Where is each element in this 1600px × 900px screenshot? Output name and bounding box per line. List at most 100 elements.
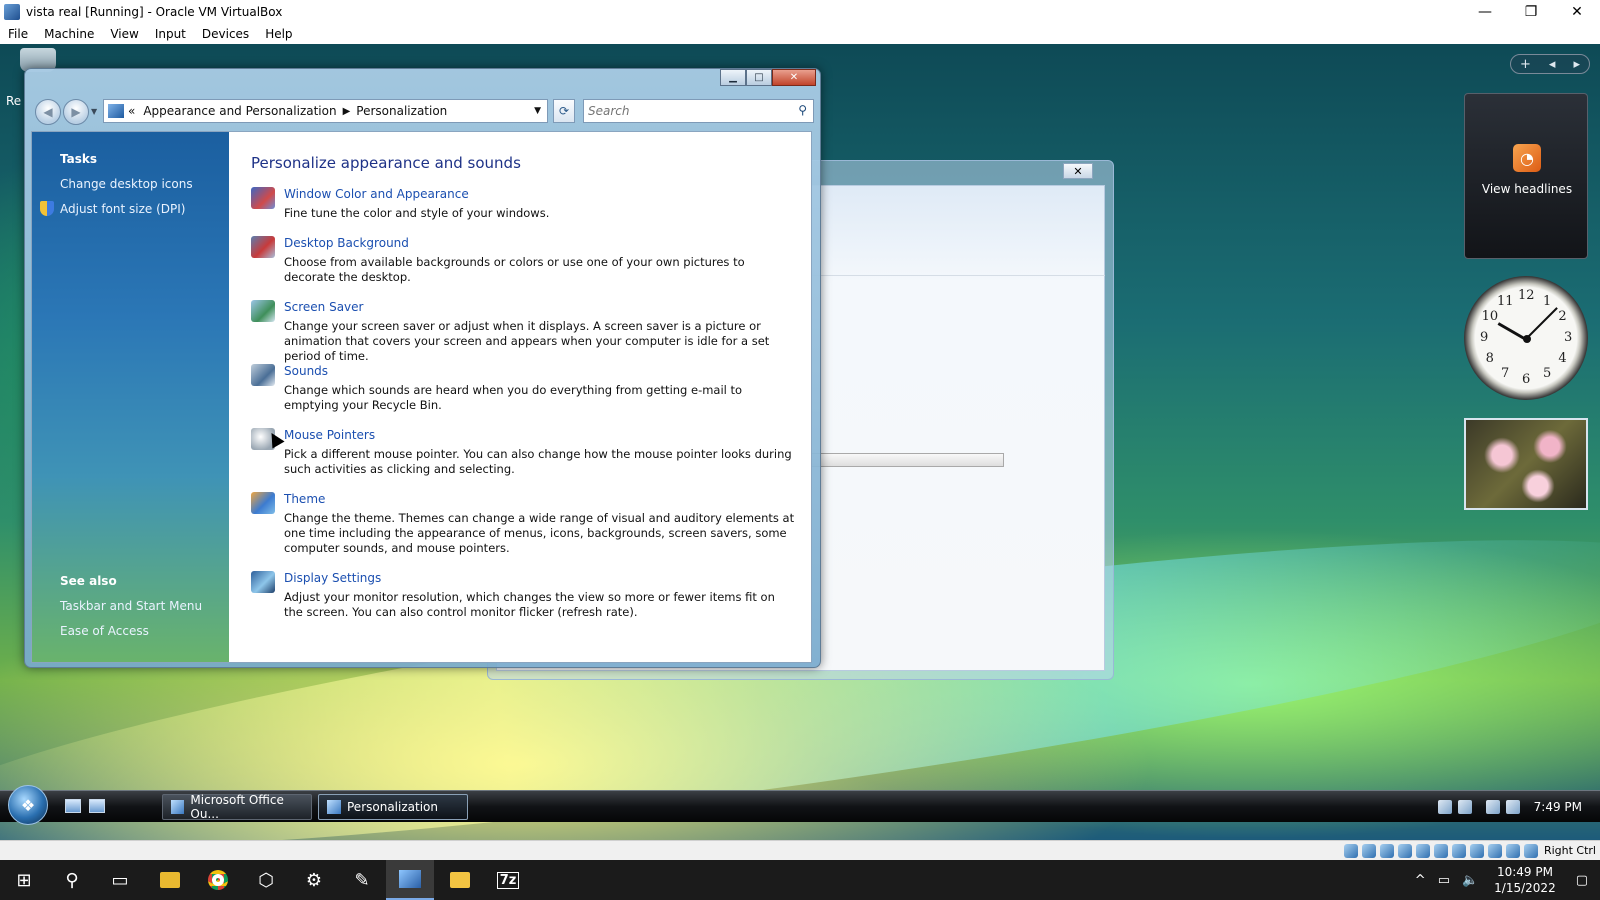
audio-icon[interactable] bbox=[1379, 843, 1394, 858]
address-dropdown-icon[interactable]: ▼ bbox=[534, 106, 541, 116]
speaker-muted-icon[interactable]: 🔈 bbox=[1462, 873, 1478, 888]
windows-clock[interactable]: 10:49 PM 1/15/2022 bbox=[1494, 864, 1556, 896]
next-gadget-icon[interactable]: ▸ bbox=[1573, 57, 1580, 72]
mouse-pointers-description: Pick a different mouse pointer. You can … bbox=[284, 447, 792, 476]
screen-saver-description: Change your screen saver or adjust when … bbox=[284, 319, 770, 363]
see-also-heading: See also bbox=[60, 574, 117, 588]
host-close-button[interactable]: ✕ bbox=[1554, 0, 1600, 24]
menu-machine[interactable]: Machine bbox=[36, 27, 102, 41]
maximize-button[interactable]: □ bbox=[746, 69, 772, 86]
show-hidden-icons-icon[interactable]: ^ bbox=[1415, 873, 1426, 888]
refresh-button[interactable]: ⟳ bbox=[553, 99, 575, 123]
slideshow-gadget[interactable] bbox=[1464, 418, 1588, 510]
breadcrumb-appearance[interactable]: Appearance and Personalization bbox=[143, 104, 336, 118]
menu-help[interactable]: Help bbox=[257, 27, 300, 41]
display-icon[interactable] bbox=[1451, 843, 1466, 858]
see-also-taskbar[interactable]: Taskbar and Start Menu bbox=[60, 599, 202, 613]
network-icon[interactable] bbox=[1485, 800, 1500, 814]
breadcrumb-personalization[interactable]: Personalization bbox=[356, 104, 447, 118]
windows-start-icon[interactable]: ⊞ bbox=[0, 860, 48, 900]
host-maximize-button[interactable]: ❐ bbox=[1508, 0, 1554, 24]
display-settings-icon[interactable] bbox=[251, 571, 275, 593]
previous-gadget-icon[interactable]: ◂ bbox=[1549, 57, 1556, 72]
keyboard-icon[interactable] bbox=[1523, 843, 1538, 858]
network-adapter-icon[interactable] bbox=[1397, 843, 1412, 858]
tray-update-icon[interactable] bbox=[1457, 800, 1472, 814]
theme-link[interactable]: Theme bbox=[284, 492, 325, 506]
pen-tool-icon[interactable]: ✎ bbox=[338, 860, 386, 900]
search-icon[interactable]: ⚲ bbox=[48, 860, 96, 900]
host-status-bar: Right Ctrl bbox=[0, 840, 1600, 860]
switch-windows-icon[interactable] bbox=[89, 799, 105, 813]
file-explorer-icon[interactable] bbox=[146, 860, 194, 900]
display-settings-link[interactable]: Display Settings bbox=[284, 571, 381, 585]
shared-folders-icon[interactable] bbox=[1433, 843, 1448, 858]
address-bar[interactable]: « Appearance and Personalization ▶ Perso… bbox=[103, 99, 548, 123]
screen-saver-icon[interactable] bbox=[251, 300, 275, 322]
window-color-icon[interactable] bbox=[251, 187, 275, 209]
start-orb-button[interactable]: ❖ bbox=[8, 785, 48, 825]
notifications-icon[interactable]: ▢ bbox=[1576, 873, 1588, 888]
recent-pages-dropdown[interactable]: ▼ bbox=[91, 107, 97, 116]
search-input[interactable] bbox=[588, 101, 788, 121]
back-button[interactable]: ◀ bbox=[35, 99, 61, 125]
menu-devices[interactable]: Devices bbox=[194, 27, 257, 41]
menu-input[interactable]: Input bbox=[147, 27, 194, 41]
close-button[interactable]: ✕ bbox=[772, 69, 816, 86]
clock-numeral: 7 bbox=[1501, 366, 1510, 382]
feed-headlines-gadget[interactable]: ◔ View headlines bbox=[1464, 93, 1588, 259]
show-desktop-icon[interactable] bbox=[65, 799, 81, 813]
hard-disk-icon[interactable] bbox=[1343, 843, 1358, 858]
window-color-link[interactable]: Window Color and Appearance bbox=[284, 187, 469, 201]
menu-file[interactable]: File bbox=[0, 27, 36, 41]
mouse-integration-icon[interactable] bbox=[1505, 843, 1520, 858]
tray-tool-icon[interactable] bbox=[1437, 800, 1452, 814]
vista-clock[interactable]: 7:49 PM bbox=[1534, 800, 1582, 814]
menu-view[interactable]: View bbox=[102, 27, 146, 41]
sounds-icon[interactable] bbox=[251, 364, 275, 386]
task-change-desktop-icons[interactable]: Change desktop icons bbox=[60, 177, 193, 191]
cpu-icon[interactable] bbox=[1487, 843, 1502, 858]
rss-icon: ◔ bbox=[1513, 144, 1541, 172]
task-view-icon[interactable]: ▭ bbox=[96, 860, 144, 900]
add-gadget-icon[interactable]: + bbox=[1520, 57, 1531, 72]
host-menubar: File Machine View Input Devices Help bbox=[0, 24, 1600, 44]
optical-drive-icon[interactable] bbox=[1361, 843, 1376, 858]
theme-icon[interactable] bbox=[251, 492, 275, 514]
screen-saver-link[interactable]: Screen Saver bbox=[284, 300, 363, 314]
see-also-ease-of-access[interactable]: Ease of Access bbox=[60, 624, 149, 638]
minimize-button[interactable]: ▁ bbox=[720, 69, 746, 86]
task-adjust-font-size[interactable]: Adjust font size (DPI) bbox=[60, 202, 185, 216]
sounds-link[interactable]: Sounds bbox=[284, 364, 328, 378]
network-status-icon[interactable]: ▭ bbox=[1438, 873, 1450, 888]
mail-app-icon[interactable] bbox=[436, 860, 484, 900]
desktop-background-link[interactable]: Desktop Background bbox=[284, 236, 409, 250]
taskbar-item-personalization[interactable]: Personalization bbox=[318, 794, 468, 820]
settings-icon[interactable]: ⚙ bbox=[290, 860, 338, 900]
usb-icon[interactable] bbox=[1415, 843, 1430, 858]
video-capture-icon[interactable] bbox=[1469, 843, 1484, 858]
navigation-bar: ◀ ▶ ▼ « Appearance and Personalization ▶… bbox=[33, 97, 814, 125]
clock-numeral: 3 bbox=[1564, 330, 1573, 345]
taskbar-item-outlook[interactable]: Microsoft Office Ou... bbox=[162, 793, 312, 821]
clock-time: 10:49 PM bbox=[1496, 865, 1553, 879]
virtualbox-taskbar-icon[interactable] bbox=[386, 860, 434, 900]
taskbar-item-label: Microsoft Office Ou... bbox=[190, 793, 284, 821]
breadcrumb-separator-icon[interactable]: ▶ bbox=[343, 106, 351, 117]
breadcrumb-overflow[interactable]: « bbox=[128, 104, 135, 118]
clock-numeral: 2 bbox=[1558, 309, 1567, 324]
desktop-background-icon[interactable] bbox=[251, 236, 275, 258]
clock-gadget[interactable]: 11 10 9 8 7 6 5 4 3 2 1 12 bbox=[1464, 276, 1588, 400]
background-window-close-button[interactable]: ✕ bbox=[1063, 163, 1093, 179]
view-headlines-label[interactable]: View headlines bbox=[1465, 182, 1589, 196]
search-box[interactable]: ⚲ bbox=[583, 99, 814, 123]
mouse-pointers-link[interactable]: Mouse Pointers bbox=[284, 428, 375, 442]
forward-button[interactable]: ▶ bbox=[63, 99, 89, 125]
host-minimize-button[interactable]: — bbox=[1462, 0, 1508, 24]
window-color-description: Fine tune the color and style of your wi… bbox=[284, 206, 550, 220]
3d-box-icon[interactable]: ⬡ bbox=[242, 860, 290, 900]
chrome-icon[interactable] bbox=[194, 860, 242, 900]
7zip-icon[interactable]: 7z bbox=[484, 860, 532, 900]
volume-icon[interactable] bbox=[1505, 800, 1520, 814]
search-icon[interactable]: ⚲ bbox=[798, 103, 807, 117]
